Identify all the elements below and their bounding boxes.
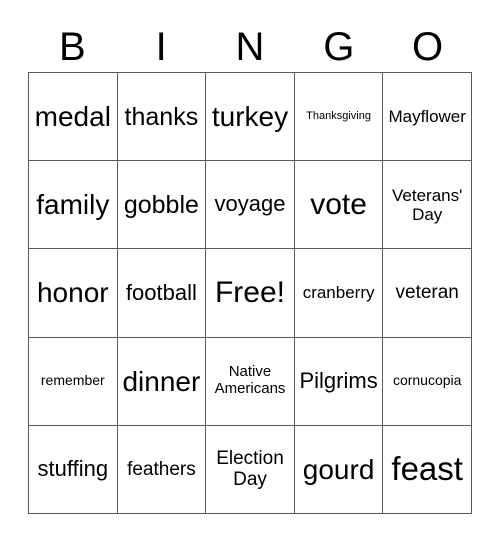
bingo-cell-label: cornucopia bbox=[392, 372, 462, 389]
bingo-cell[interactable]: gourd bbox=[294, 425, 384, 514]
bingo-cell[interactable]: stuffing bbox=[29, 425, 118, 514]
bingo-card: B I N G O medal thanks turkey Thanksgiving M… bbox=[0, 0, 500, 544]
bingo-cell-label: Veterans' Day bbox=[392, 185, 463, 224]
header-letter-o: O bbox=[412, 25, 444, 69]
bingo-cell-label: honor bbox=[36, 277, 109, 309]
bingo-cell-label: Mayflower bbox=[388, 107, 466, 127]
bingo-cell-label: stuffing bbox=[37, 456, 109, 482]
bingo-cell[interactable]: medal bbox=[29, 73, 118, 162]
bingo-cell[interactable]: turkey bbox=[206, 73, 295, 162]
bingo-cell-label: vote bbox=[310, 187, 367, 221]
bingo-cell-label: gourd bbox=[302, 453, 375, 485]
bingo-cell[interactable]: veteran bbox=[383, 249, 472, 338]
bingo-cell-label: dinner bbox=[122, 365, 201, 397]
bingo-cell[interactable]: thanks bbox=[117, 73, 207, 162]
bingo-cell[interactable]: dinner bbox=[117, 337, 207, 426]
bingo-cell-label: cranberry bbox=[302, 283, 375, 303]
bingo-cell-label: football bbox=[125, 279, 197, 305]
bingo-cell[interactable]: voyage bbox=[206, 161, 295, 250]
bingo-cell[interactable]: gobble bbox=[117, 161, 207, 250]
bingo-cell-label: Native Americans bbox=[214, 363, 286, 398]
header-letter-i: I bbox=[155, 25, 167, 69]
bingo-cell-label: medal bbox=[34, 100, 111, 132]
bingo-cell-label: veteran bbox=[395, 282, 459, 304]
bingo-cell-label: remember bbox=[40, 372, 105, 389]
bingo-cell-label: turkey bbox=[211, 100, 289, 132]
bingo-cell[interactable]: Election Day bbox=[206, 425, 295, 514]
bingo-cell[interactable]: Pilgrims bbox=[294, 337, 384, 426]
bingo-grid: medal thanks turkey Thanksgiving Mayflower fa… bbox=[28, 72, 472, 514]
bingo-cell-label: feast bbox=[391, 449, 463, 487]
bingo-cell[interactable]: Mayflower bbox=[383, 73, 472, 162]
bingo-cell[interactable]: vote bbox=[294, 161, 384, 250]
bingo-cell-free-space[interactable]: Free! bbox=[206, 249, 295, 338]
bingo-cell-label: Election Day bbox=[216, 448, 284, 491]
bingo-cell[interactable]: cornucopia bbox=[383, 337, 472, 426]
bingo-cell[interactable]: Veterans' Day bbox=[383, 161, 472, 250]
bingo-cell[interactable]: football bbox=[117, 249, 207, 338]
bingo-cell[interactable]: remember bbox=[29, 337, 118, 426]
bingo-cell[interactable]: feathers bbox=[117, 425, 207, 514]
bingo-cell-label: Pilgrims bbox=[299, 367, 378, 393]
header-letter-g: G bbox=[323, 25, 355, 69]
bingo-cell[interactable]: Thanksgiving bbox=[294, 73, 384, 162]
bingo-cell[interactable]: feast bbox=[383, 425, 472, 514]
bingo-cell[interactable]: Native Americans bbox=[206, 337, 295, 426]
bingo-cell-label: Free! bbox=[214, 276, 285, 310]
bingo-cell-label: Thanksgiving bbox=[306, 110, 371, 123]
header-letter-b: B bbox=[59, 25, 86, 69]
bingo-cell[interactable]: family bbox=[29, 161, 118, 250]
header-letter-n: N bbox=[235, 25, 265, 69]
bingo-cell-label: thanks bbox=[124, 102, 199, 131]
bingo-cell-label: gobble bbox=[123, 190, 199, 219]
bingo-cell-label: feathers bbox=[127, 458, 196, 480]
bingo-cell-label: voyage bbox=[214, 191, 286, 217]
bingo-cell-label: family bbox=[36, 189, 110, 221]
bingo-cell[interactable]: honor bbox=[29, 249, 118, 338]
bingo-header-row: B I N G O bbox=[28, 22, 472, 72]
bingo-cell[interactable]: cranberry bbox=[294, 249, 384, 338]
